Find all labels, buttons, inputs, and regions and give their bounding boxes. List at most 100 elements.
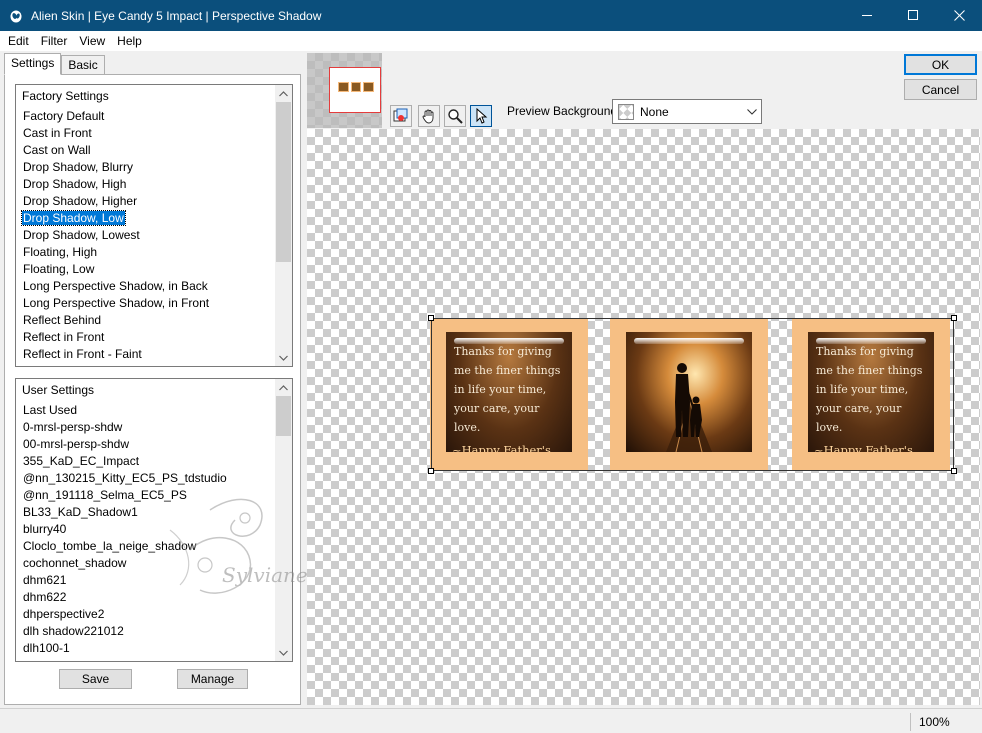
list-item-label: @nn_130215_Kitty_EC5_PS_tdstudio (23, 471, 227, 485)
user-list-item[interactable]: @nn_130215_Kitty_EC5_PS_tdstudio (16, 470, 275, 487)
user-list-item[interactable]: dlh100-1 (16, 640, 275, 657)
resize-handle-bottom-left[interactable] (428, 468, 434, 474)
user-list-item[interactable]: 0-mrsl-persp-shdw (16, 419, 275, 436)
list-item-label: Drop Shadow, Lowest (23, 228, 140, 242)
hand-tool-button[interactable] (418, 105, 440, 127)
resize-handle-bottom-right[interactable] (951, 468, 957, 474)
minimize-icon (861, 15, 872, 16)
zoom-level: 100% (910, 713, 978, 731)
selection-bounds (431, 318, 954, 471)
list-item-label: Long Perspective Shadow, in Back (23, 279, 208, 293)
factory-settings-scrollbar[interactable] (275, 85, 292, 366)
navigator-tool-button[interactable] (390, 105, 412, 127)
list-item-label: Reflect in Front (23, 330, 105, 344)
factory-list-item[interactable]: Cast in Front (16, 125, 275, 142)
list-item-label: dhm622 (23, 590, 67, 604)
zoom-tool-icon (448, 109, 463, 124)
minimize-button[interactable] (844, 0, 890, 31)
preview-background-label: Preview Background: (507, 104, 621, 118)
scroll-thumb[interactable] (276, 396, 291, 436)
tab-basic[interactable]: Basic (61, 55, 105, 75)
scroll-thumb[interactable] (276, 102, 291, 262)
factory-list-item[interactable]: Reflect in Front (16, 329, 275, 346)
navigator-tool-icon (393, 108, 408, 122)
factory-list-item[interactable]: Floating, Low (16, 261, 275, 278)
close-icon (953, 10, 965, 21)
maximize-button[interactable] (890, 0, 936, 31)
factory-settings-list[interactable]: Factory Settings Factory Default Cast in … (15, 84, 293, 367)
svg-text:Sylviane: Sylviane (222, 563, 308, 587)
navigator-mini-preview (338, 82, 375, 92)
list-item-label: Long Perspective Shadow, in Front (23, 296, 210, 310)
user-list-item[interactable]: 355_KaD_EC_Impact (16, 453, 275, 470)
title-bar[interactable]: Alien Skin | Eye Candy 5 Impact | Perspe… (0, 0, 982, 31)
hand-tool-icon (422, 109, 434, 124)
list-item-label: 0-mrsl-persp-shdw (23, 420, 123, 434)
factory-list-item[interactable]: Drop Shadow, Lowest (16, 227, 275, 244)
menu-edit[interactable]: Edit (4, 34, 33, 48)
scroll-down-button[interactable] (275, 349, 292, 366)
list-item-label: Drop Shadow, Higher (23, 194, 138, 208)
resize-handle-top-right[interactable] (951, 315, 957, 321)
list-item-label: Drop Shadow, High (23, 177, 127, 191)
settings-tabs: Settings Basic (4, 53, 105, 75)
menu-help[interactable]: Help (113, 34, 146, 48)
user-list-item[interactable]: dlh shadow221012 (16, 623, 275, 640)
list-item-label: dlh100-1 (23, 641, 70, 655)
manage-button[interactable]: Manage (177, 669, 248, 689)
pointer-tool-button[interactable] (470, 105, 492, 127)
user-settings-header: User Settings (22, 383, 95, 397)
scroll-up-button[interactable] (275, 85, 292, 102)
list-item-label: Floating, Low (23, 262, 95, 276)
eye-candy-window: Alien Skin | Eye Candy 5 Impact | Perspe… (0, 0, 982, 733)
cancel-button[interactable]: Cancel (904, 79, 977, 100)
list-item-label: 00-mrsl-persp-shdw (23, 437, 130, 451)
chevron-up-icon (279, 384, 288, 390)
menu-view[interactable]: View (75, 34, 109, 48)
factory-settings-header: Factory Settings (22, 89, 109, 103)
window-title: Alien Skin | Eye Candy 5 Impact | Perspe… (31, 8, 322, 23)
list-item-label: Drop Shadow, Low (21, 210, 126, 226)
menu-filter[interactable]: Filter (37, 34, 72, 48)
user-list-item[interactable]: 00-mrsl-persp-shdw (16, 436, 275, 453)
chevron-up-icon (279, 90, 288, 96)
factory-list-item[interactable]: Long Perspective Shadow, in Front (16, 295, 275, 312)
factory-list-item[interactable]: Floating, High (16, 244, 275, 261)
dropdown-arrow[interactable] (743, 108, 761, 115)
scroll-up-button[interactable] (275, 379, 292, 396)
list-item-label: blurry40 (23, 522, 67, 536)
list-item-label: BL33_KaD_Shadow1 (23, 505, 138, 519)
tab-settings[interactable]: Settings (4, 53, 62, 75)
factory-list-item[interactable]: Drop Shadow, Blurry (16, 159, 275, 176)
list-item-label: Floating, High (23, 245, 98, 259)
user-list-item[interactable]: Last Used (16, 402, 275, 419)
preview-background-select[interactable]: None (612, 99, 762, 124)
menu-bar: Edit Filter View Help (0, 31, 982, 51)
list-item-label: Cast in Front (23, 126, 92, 140)
factory-list-item[interactable]: Long Perspective Shadow, in Back (16, 278, 275, 295)
zoom-tool-button[interactable] (444, 105, 466, 127)
sylviane-watermark: Sylviane (169, 498, 308, 594)
list-item-label: dlh shadow221012 (23, 624, 124, 638)
navigator-viewport-box[interactable] (329, 67, 381, 113)
scroll-down-button[interactable] (275, 644, 292, 661)
status-bar: 100% (0, 708, 982, 733)
factory-list-item[interactable]: Drop Shadow, Low (16, 210, 275, 227)
factory-list-item[interactable]: Drop Shadow, Higher (16, 193, 275, 210)
ok-button[interactable]: OK (904, 54, 977, 75)
navigator-thumbnail[interactable] (307, 53, 382, 128)
list-item-label: 355_KaD_EC_Impact (23, 454, 140, 468)
factory-list-item[interactable]: Reflect Behind (16, 312, 275, 329)
list-item-label: dhperspective2 (23, 607, 105, 621)
list-item-label: Reflect in Front - Faint (23, 347, 142, 361)
factory-list-item[interactable]: Factory Default (16, 108, 275, 125)
factory-list-item[interactable]: Drop Shadow, High (16, 176, 275, 193)
resize-handle-top-left[interactable] (428, 315, 434, 321)
list-item-label: dhm621 (23, 573, 67, 587)
chevron-down-icon (279, 650, 288, 656)
close-button[interactable] (936, 0, 982, 31)
factory-list-item[interactable]: Cast on Wall (16, 142, 275, 159)
save-button[interactable]: Save (59, 669, 132, 689)
factory-list-item[interactable]: Reflect in Front - Faint (16, 346, 275, 363)
list-item-label: Factory Default (23, 109, 105, 123)
